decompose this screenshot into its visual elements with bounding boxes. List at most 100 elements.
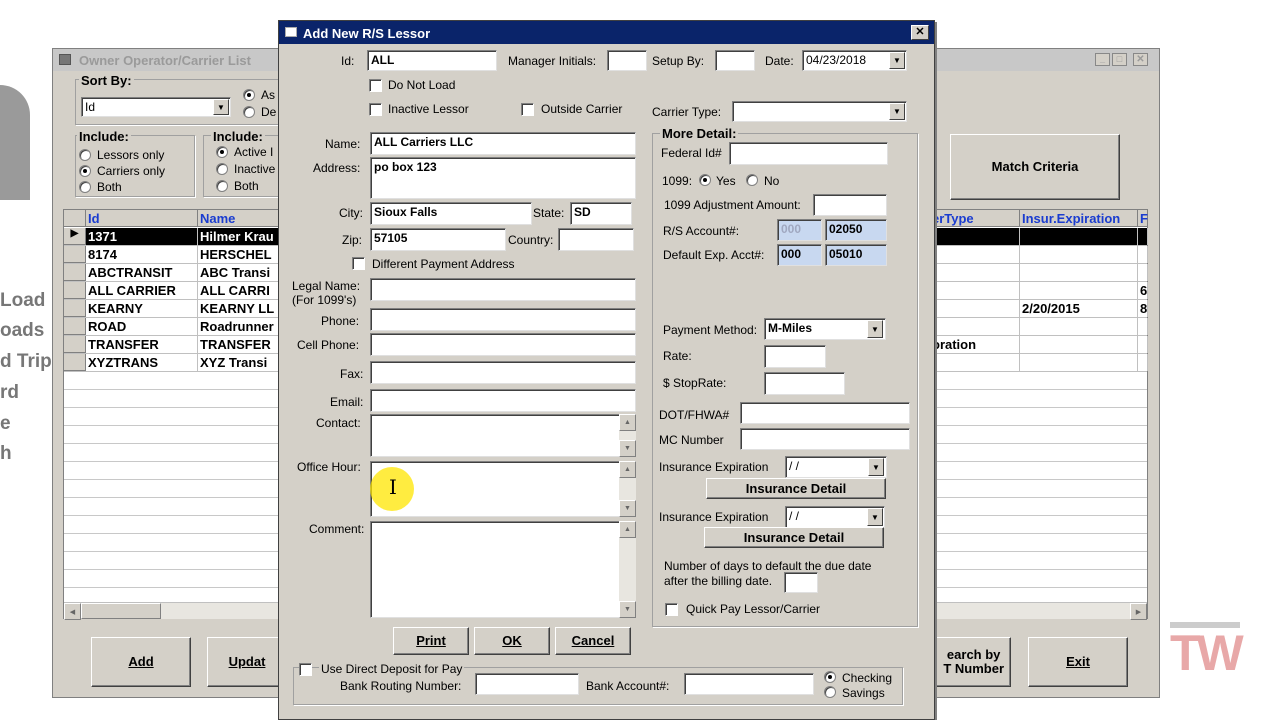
insurance-expiration-chevron-icon-1[interactable]: ▼ bbox=[868, 458, 884, 476]
sort-by-select[interactable]: Id bbox=[81, 97, 231, 117]
days-default-field[interactable] bbox=[784, 572, 818, 593]
direct-deposit-checkbox[interactable] bbox=[299, 663, 312, 676]
inactive-lessor-checkbox[interactable] bbox=[369, 103, 382, 116]
carrier-type-select[interactable] bbox=[732, 101, 907, 122]
carriers-only-radio[interactable] bbox=[79, 165, 91, 177]
update-button[interactable]: Updat bbox=[207, 637, 287, 687]
row-selector[interactable] bbox=[64, 354, 86, 371]
default-exp-field[interactable]: 05010 bbox=[825, 244, 887, 266]
id-field[interactable]: ALL bbox=[367, 50, 497, 71]
close-icon[interactable]: ✕ bbox=[1133, 53, 1148, 66]
grid-header-name[interactable]: Name bbox=[198, 210, 288, 227]
cell-phone-field[interactable] bbox=[370, 333, 636, 356]
exit-button[interactable]: Exit bbox=[1028, 637, 1128, 687]
row-selector[interactable] bbox=[64, 246, 86, 263]
grid-header-f[interactable]: F bbox=[1138, 210, 1148, 227]
email-field[interactable] bbox=[370, 389, 636, 412]
direct-deposit-label: Use Direct Deposit for Pay bbox=[319, 662, 465, 676]
ok-button[interactable]: OK bbox=[474, 627, 550, 655]
phone-field[interactable] bbox=[370, 308, 636, 331]
both-radio-2[interactable] bbox=[216, 180, 228, 192]
print-button[interactable]: Print bbox=[393, 627, 469, 655]
rs-account-prefix-field[interactable]: 000 bbox=[777, 219, 822, 241]
rs-account-field[interactable]: 02050 bbox=[825, 219, 887, 241]
row-selector[interactable] bbox=[64, 300, 86, 317]
1099-yes-label: Yes bbox=[716, 174, 736, 188]
comment-scrollbar[interactable]: ▲ ▼ bbox=[619, 521, 636, 618]
grid-header-type[interactable]: erType bbox=[930, 210, 1020, 227]
office-hour-scrollbar[interactable]: ▲ ▼ bbox=[619, 461, 636, 517]
sort-desc-radio[interactable] bbox=[243, 106, 255, 118]
bank-account-field[interactable] bbox=[684, 673, 814, 695]
row-selector[interactable] bbox=[64, 336, 86, 353]
dot-fhwa-field[interactable] bbox=[740, 402, 910, 424]
scroll-right-icon[interactable]: ▶ bbox=[1130, 603, 1147, 620]
insurance-detail-button-1[interactable]: Insurance Detail bbox=[706, 478, 886, 499]
background-left-text: Load oads d Trip rd e h bbox=[0, 85, 52, 485]
mc-number-field[interactable] bbox=[740, 428, 910, 450]
contact-scrollbar[interactable]: ▲ ▼ bbox=[619, 414, 636, 457]
insurance-expiration-chevron-icon-2[interactable]: ▼ bbox=[867, 508, 883, 526]
scroll-up-icon[interactable]: ▲ bbox=[619, 414, 636, 431]
add-button[interactable]: Add bbox=[91, 637, 191, 687]
sort-asc-radio[interactable] bbox=[243, 89, 255, 101]
savings-radio[interactable] bbox=[824, 686, 836, 698]
cancel-button[interactable]: Cancel bbox=[555, 627, 631, 655]
active-radio[interactable] bbox=[216, 146, 228, 158]
maximize-icon[interactable]: □ bbox=[1112, 53, 1127, 66]
scroll-down-icon[interactable]: ▼ bbox=[619, 440, 636, 457]
inactive-radio[interactable] bbox=[216, 163, 228, 175]
insurance-detail-button-2[interactable]: Insurance Detail bbox=[704, 527, 884, 548]
checking-radio[interactable] bbox=[824, 671, 836, 683]
payment-method-chevron-down-icon[interactable]: ▼ bbox=[867, 320, 883, 338]
dialog-close-icon[interactable]: ✕ bbox=[911, 25, 929, 40]
app-icon bbox=[59, 54, 71, 65]
row-selector[interactable]: ▶ bbox=[64, 228, 86, 245]
legal-name-field[interactable] bbox=[370, 278, 636, 301]
scroll-left-icon[interactable]: ◀ bbox=[64, 603, 81, 620]
scroll-down-icon[interactable]: ▼ bbox=[619, 500, 636, 517]
stoprate-field[interactable] bbox=[764, 372, 845, 395]
outside-carrier-checkbox[interactable] bbox=[521, 103, 534, 116]
date-label: Date: bbox=[765, 54, 794, 68]
address-label: Address: bbox=[313, 161, 361, 175]
1099-yes-radio[interactable] bbox=[699, 174, 711, 186]
grid-header-insur-expiration[interactable]: Insur.Expiration bbox=[1020, 210, 1138, 227]
city-field[interactable]: Sioux Falls bbox=[370, 202, 532, 225]
row-selector[interactable] bbox=[64, 318, 86, 335]
1099-adjustment-field[interactable] bbox=[813, 194, 887, 216]
rate-field[interactable] bbox=[764, 345, 826, 368]
zip-field[interactable]: 57105 bbox=[370, 228, 506, 251]
scroll-up-icon[interactable]: ▲ bbox=[619, 461, 636, 478]
address-field[interactable]: po box 123 bbox=[370, 157, 636, 199]
do-not-load-checkbox[interactable] bbox=[369, 79, 382, 92]
both-radio-1[interactable] bbox=[79, 181, 91, 193]
minimize-icon[interactable]: _ bbox=[1095, 53, 1110, 66]
chevron-down-icon[interactable]: ▼ bbox=[213, 99, 229, 115]
default-exp-prefix-field[interactable]: 000 bbox=[777, 244, 822, 266]
country-field[interactable] bbox=[558, 228, 634, 251]
federal-id-field[interactable] bbox=[729, 142, 888, 165]
state-field[interactable]: SD bbox=[570, 202, 632, 225]
1099-no-radio[interactable] bbox=[746, 174, 758, 186]
grid-header-id[interactable]: Id bbox=[86, 210, 198, 227]
fax-field[interactable] bbox=[370, 361, 636, 384]
comment-field[interactable] bbox=[370, 521, 620, 618]
scroll-down-icon[interactable]: ▼ bbox=[619, 601, 636, 618]
lessors-only-radio[interactable] bbox=[79, 149, 91, 161]
manager-initials-field[interactable] bbox=[607, 50, 647, 71]
match-criteria-button[interactable]: Match Criteria bbox=[950, 134, 1120, 200]
logo-fragment bbox=[0, 85, 30, 200]
bank-routing-field[interactable] bbox=[475, 673, 579, 695]
different-payment-checkbox[interactable] bbox=[352, 257, 365, 270]
scroll-thumb[interactable] bbox=[81, 603, 161, 619]
setup-by-field[interactable] bbox=[715, 50, 755, 71]
date-chevron-down-icon[interactable]: ▼ bbox=[889, 52, 905, 69]
scroll-up-icon[interactable]: ▲ bbox=[619, 521, 636, 538]
row-selector[interactable] bbox=[64, 282, 86, 299]
carrier-type-chevron-down-icon[interactable]: ▼ bbox=[889, 103, 905, 120]
quick-pay-checkbox[interactable] bbox=[665, 603, 678, 616]
contact-field[interactable] bbox=[370, 414, 620, 457]
name-field[interactable]: ALL Carriers LLC bbox=[370, 132, 636, 155]
row-selector[interactable] bbox=[64, 264, 86, 281]
